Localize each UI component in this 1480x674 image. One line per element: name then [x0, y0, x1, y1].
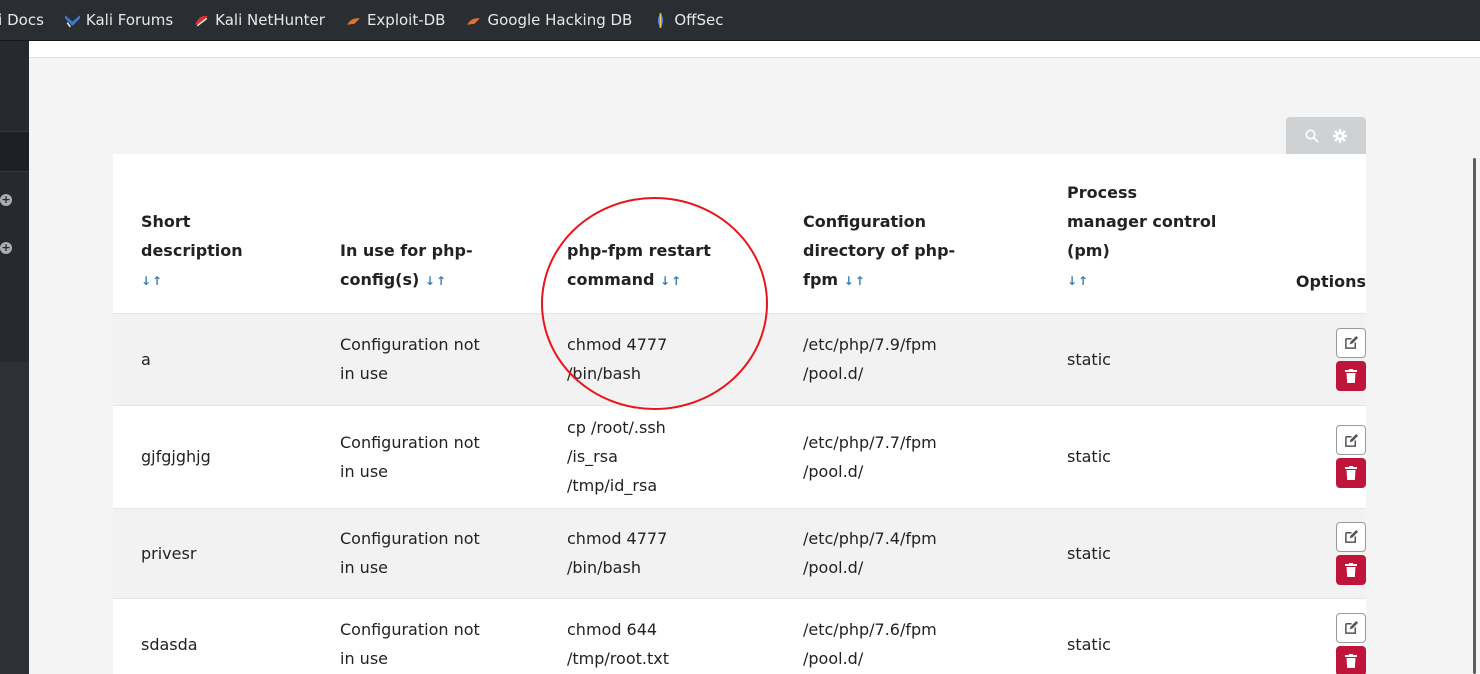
sort-arrows-icon[interactable]: ↓↑: [660, 274, 682, 288]
sort-arrows-icon[interactable]: ↓↑: [425, 274, 447, 288]
cell-command: chmod 4777 /bin/bash: [567, 507, 803, 598]
bookmark-exploit-db[interactable]: Exploit-DB: [345, 11, 446, 29]
cell-in-use: Configuration not in use: [340, 404, 567, 508]
cell-command: chmod 644 /tmp/root.txt: [567, 597, 803, 674]
edit-button[interactable]: [1336, 612, 1366, 643]
cell-description: privesr: [113, 507, 340, 598]
table-row: gjfgjghjg Configuration not in use cp /r…: [113, 404, 1366, 508]
bookmark-label: li Docs: [0, 11, 44, 29]
php-fpm-configs-panel: Short description ↓↑ In use for php-confi…: [113, 154, 1366, 674]
vertical-scrollbar[interactable]: [1473, 158, 1476, 674]
bookmark-label: Kali Forums: [85, 11, 174, 29]
cell-pm: static: [1067, 597, 1247, 674]
cell-pm: static: [1067, 312, 1247, 405]
bookmark-google-hacking-db[interactable]: Google Hacking DB: [465, 11, 632, 29]
cell-options: [1247, 312, 1366, 405]
cell-config-dir: /etc/php/7.7/fpm /pool.d/: [803, 404, 1067, 508]
cell-command: cp /root/.ssh /is_rsa /tmp/id_rsa: [567, 404, 803, 508]
edit-icon: [1344, 335, 1358, 349]
cell-description: gjfgjghjg: [113, 404, 340, 508]
col-options: Options: [1295, 271, 1366, 291]
bookmark-kali-nethunter[interactable]: Kali NetHunter: [193, 11, 325, 29]
table-toolbar: [1286, 117, 1366, 154]
bookmark-label: Kali NetHunter: [215, 11, 325, 29]
left-sidebar: + +: [0, 41, 29, 674]
trash-icon: [1345, 466, 1357, 480]
cell-options: [1247, 597, 1366, 674]
bookmark-label: Exploit-DB: [366, 11, 446, 29]
gear-icon[interactable]: [1333, 128, 1347, 143]
bookmark-label: Google Hacking DB: [487, 11, 633, 29]
delete-button[interactable]: [1336, 645, 1366, 674]
cell-pm: static: [1067, 507, 1247, 598]
cell-description: sdasda: [113, 597, 340, 674]
table-header-row: Short description ↓↑ In use for php-confi…: [113, 154, 1366, 313]
table-row: a Configuration not in use chmod 4777 /b…: [113, 312, 1366, 405]
cell-command: chmod 4777 /bin/bash: [567, 312, 803, 405]
bookmark-kali-docs[interactable]: li Docs: [0, 11, 44, 29]
cell-pm: static: [1067, 404, 1247, 508]
cell-config-dir: /etc/php/7.9/fpm /pool.d/: [803, 312, 1067, 405]
cell-config-dir: /etc/php/7.4/fpm /pool.d/: [803, 507, 1067, 598]
cell-in-use: Configuration not in use: [340, 597, 567, 674]
kali-forums-icon: [64, 14, 80, 27]
bookmark-offsec[interactable]: OffSec: [652, 11, 723, 29]
col-short-description[interactable]: Short description ↓↑: [113, 154, 340, 313]
col-pm[interactable]: Process manager control (pm) ↓↑: [1067, 154, 1247, 313]
edit-icon: [1344, 433, 1358, 447]
delete-button[interactable]: [1336, 458, 1366, 488]
cell-options: [1247, 404, 1366, 508]
trash-icon: [1345, 653, 1357, 668]
col-config-dir[interactable]: Configuration directory of php-fpm ↓↑: [803, 154, 1067, 313]
delete-button[interactable]: [1336, 360, 1366, 391]
trash-icon: [1345, 368, 1357, 383]
cell-description: a: [113, 312, 340, 405]
sidebar-lower-panel: [0, 362, 29, 674]
bookmark-kali-forums[interactable]: Kali Forums: [64, 11, 173, 29]
bookmark-label: OffSec: [674, 11, 724, 29]
kali-nethunter-icon: [195, 15, 209, 26]
sort-arrows-icon[interactable]: ↓↑: [844, 274, 866, 288]
top-header-strip: [29, 41, 1480, 58]
edit-button[interactable]: [1336, 327, 1366, 358]
bookmarks-bar: li Docs Kali Forums Kali NetHunter Explo…: [0, 0, 1480, 41]
sidebar-active-item[interactable]: [0, 131, 29, 172]
cell-options: [1247, 507, 1366, 598]
php-fpm-configs-table: Short description ↓↑ In use for php-confi…: [113, 154, 1366, 674]
edit-icon: [1344, 529, 1358, 543]
sort-arrows-icon[interactable]: ↓↑: [141, 274, 163, 288]
trash-icon: [1345, 562, 1357, 577]
edit-button[interactable]: [1336, 425, 1366, 455]
google-hacking-db-icon: [467, 17, 481, 25]
edit-icon: [1344, 621, 1358, 635]
sidebar-add-icon[interactable]: +: [0, 194, 12, 206]
edit-button[interactable]: [1336, 521, 1366, 552]
cell-in-use: Configuration not in use: [340, 507, 567, 598]
offsec-icon: [658, 12, 664, 28]
col-in-use[interactable]: In use for php-config(s) ↓↑: [340, 154, 567, 313]
table-row: sdasda Configuration not in use chmod 64…: [113, 597, 1366, 674]
col-restart-command[interactable]: php-fpm restart command ↓↑: [567, 154, 803, 313]
delete-button[interactable]: [1336, 554, 1366, 585]
table-row: privesr Configuration not in use chmod 4…: [113, 507, 1366, 598]
sort-arrows-icon[interactable]: ↓↑: [1067, 274, 1089, 288]
search-icon[interactable]: [1305, 129, 1319, 143]
cell-config-dir: /etc/php/7.6/fpm /pool.d/: [803, 597, 1067, 674]
sidebar-add-icon[interactable]: +: [0, 242, 12, 254]
cell-in-use: Configuration not in use: [340, 312, 567, 405]
exploit-db-icon: [347, 17, 360, 25]
